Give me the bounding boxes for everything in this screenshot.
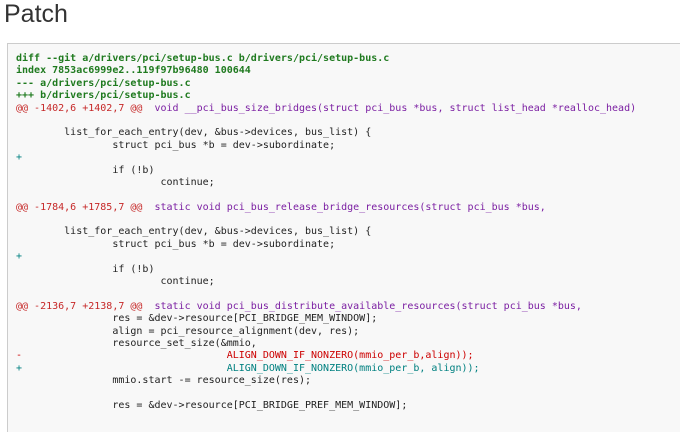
patch-code: diff --git a/drivers/pci/setup-bus.c b/d… (16, 53, 680, 425)
context-line: if (!b) (16, 263, 155, 275)
page-title: Patch (4, 0, 68, 28)
context-line: list_for_each_entry(dev, &bus->devices, … (16, 226, 372, 238)
added-line: + (16, 251, 23, 263)
context-line: mmio.start -= resource_size(res); (16, 375, 312, 387)
context-line: struct pci_bus *b = dev->subordinate; (16, 238, 336, 250)
patch-view[interactable]: diff --git a/drivers/pci/setup-bus.c b/d… (7, 43, 680, 432)
context-line (16, 115, 680, 127)
context-line: resource_set_size(&mmio, (16, 337, 257, 349)
diff-header-line: index 7853ac6999e2..119f97b96480 100644 (16, 65, 251, 77)
diff-header-line: diff --git a/drivers/pci/setup-bus.c b/d… (16, 53, 390, 64)
hunk-function: void __pci_bus_size_bridges(struct pci_b… (142, 102, 637, 114)
context-line: align = pci_resource_alignment(dev, res)… (16, 325, 360, 337)
context-line (16, 412, 680, 424)
context-line (16, 388, 680, 400)
added-line: + (16, 152, 23, 164)
context-line: continue; (16, 176, 215, 188)
hunk-range: @@ -1784,6 +1785,7 @@ (16, 201, 143, 213)
context-line (16, 189, 680, 201)
diff-header-line: --- a/drivers/pci/setup-bus.c (16, 77, 191, 89)
context-line (16, 214, 680, 226)
context-line: if (!b) (16, 164, 155, 176)
context-line (16, 288, 680, 300)
context-line: struct pci_bus *b = dev->subordinate; (16, 139, 336, 151)
hunk-function: static void pci_bus_distribute_available… (142, 300, 582, 312)
hunk-header: @@ -1784,6 +1785,7 @@ static void pci_bu… (16, 202, 680, 214)
added-line: + ALIGN_DOWN_IF_NONZERO(mmio_per_b, alig… (16, 362, 480, 374)
hunk-header: @@ -2136,7 +2138,7 @@ static void pci_bu… (16, 301, 680, 313)
hunk-header: @@ -1402,6 +1402,7 @@ void __pci_bus_siz… (16, 103, 680, 115)
context-line: continue; (16, 276, 215, 288)
removed-line: - ALIGN_DOWN_IF_NONZERO(mmio_per_b,align… (16, 350, 474, 362)
context-line: list_for_each_entry(dev, &bus->devices, … (16, 127, 372, 139)
context-line: res = &dev->resource[PCI_BRIDGE_PREF_MEM… (16, 399, 408, 411)
hunk-function: static void pci_bus_release_bridge_resou… (142, 201, 546, 213)
hunk-range: @@ -1402,6 +1402,7 @@ (16, 102, 143, 114)
hunk-range: @@ -2136,7 +2138,7 @@ (16, 300, 143, 312)
diff-header-line: +++ b/drivers/pci/setup-bus.c (16, 90, 191, 102)
context-line: res = &dev->resource[PCI_BRIDGE_MEM_WIND… (16, 313, 378, 325)
